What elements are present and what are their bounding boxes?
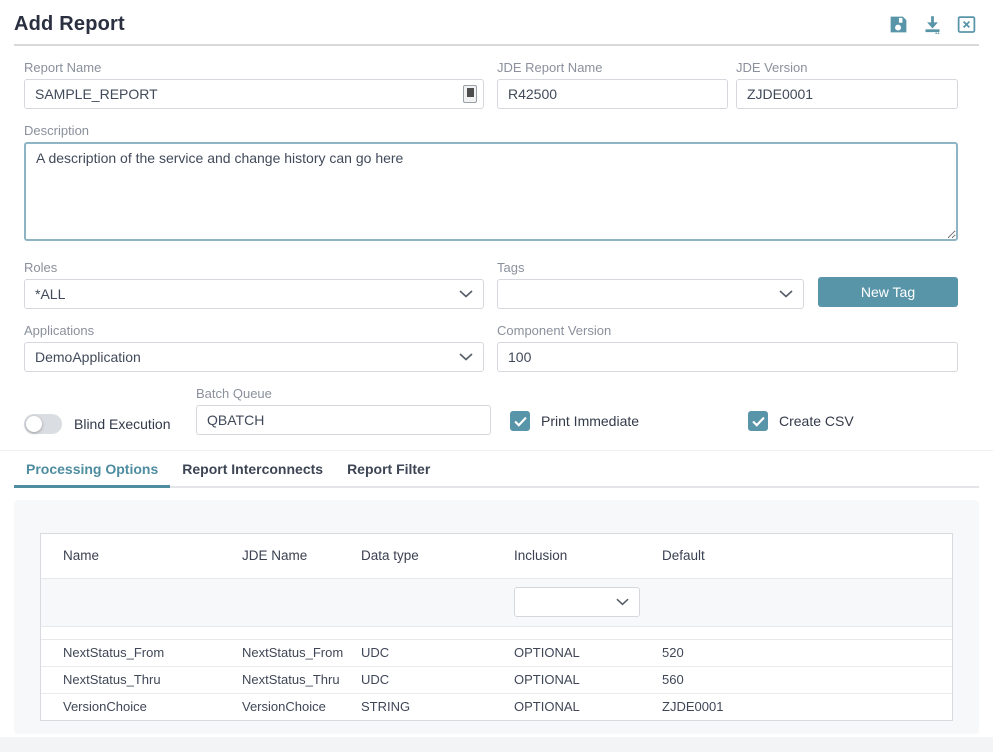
cell-inclusion: OPTIONAL	[492, 639, 640, 666]
applications-selected-value: DemoApplication	[35, 349, 141, 365]
description-label: Description	[24, 123, 958, 138]
roles-select[interactable]: *ALL	[24, 279, 484, 309]
download-icon[interactable]	[922, 14, 943, 35]
report-name-label: Report Name	[24, 60, 484, 75]
tab-report-filter[interactable]: Report Filter	[335, 451, 442, 488]
cell-data-type: UDC	[339, 666, 492, 693]
jde-version-input[interactable]	[736, 79, 958, 109]
report-name-input[interactable]	[24, 79, 484, 109]
description-textarea[interactable]: A description of the service and change …	[24, 142, 958, 241]
jde-version-label: JDE Version	[736, 60, 958, 75]
component-version-label: Component Version	[497, 323, 958, 338]
column-header: Name	[41, 534, 220, 578]
spacer-row	[41, 626, 952, 639]
blind-execution-label: Blind Execution	[74, 416, 171, 432]
tags-label: Tags	[497, 260, 804, 275]
tab-processing-options[interactable]: Processing Options	[14, 451, 170, 488]
jde-report-name-label: JDE Report Name	[497, 60, 728, 75]
column-header: Data type	[339, 534, 492, 578]
page-title: Add Report	[14, 13, 125, 36]
new-tag-button[interactable]: New Tag	[818, 277, 958, 307]
cell-default: ZJDE0001	[640, 693, 952, 720]
batch-queue-label: Batch Queue	[196, 386, 491, 401]
cell-jde-name: NextStatus_Thru	[220, 666, 339, 693]
roles-label: Roles	[24, 260, 484, 275]
table-header-row: NameJDE NameData typeInclusionDefault	[41, 534, 952, 578]
cell-name: NextStatus_From	[41, 639, 220, 666]
chevron-down-icon	[616, 598, 629, 606]
column-header: Default	[640, 534, 952, 578]
autofill-icon	[463, 85, 477, 103]
chevron-down-icon	[459, 353, 473, 361]
cell-default: 560	[640, 666, 952, 693]
blind-execution-toggle[interactable]	[24, 414, 62, 434]
cell-default: 520	[640, 639, 952, 666]
roles-selected-value: *ALL	[35, 286, 65, 302]
create-csv-label: Create CSV	[779, 413, 854, 429]
filter-row	[41, 578, 952, 626]
close-icon[interactable]	[956, 14, 977, 35]
cell-jde-name: VersionChoice	[220, 693, 339, 720]
cell-inclusion: OPTIONAL	[492, 693, 640, 720]
table-row[interactable]: NextStatus_ThruNextStatus_ThruUDCOPTIONA…	[41, 666, 952, 693]
component-version-input[interactable]	[497, 342, 958, 372]
tab-section: Processing OptionsReport InterconnectsRe…	[0, 450, 993, 488]
jde-report-name-input[interactable]	[497, 79, 728, 109]
cell-data-type: STRING	[339, 693, 492, 720]
tab-report-interconnects[interactable]: Report Interconnects	[170, 451, 335, 488]
report-form: Report Name JDE Report Name JDE Version	[14, 46, 979, 435]
print-immediate-checkbox[interactable]	[510, 411, 530, 431]
tags-select[interactable]	[497, 279, 804, 309]
inclusion-filter-select[interactable]	[514, 587, 640, 617]
cell-data-type: UDC	[339, 639, 492, 666]
applications-label: Applications	[24, 323, 484, 338]
header-actions	[888, 14, 977, 35]
processing-options-table: NameJDE NameData typeInclusionDefault	[40, 533, 953, 721]
check-icon	[752, 416, 765, 427]
column-header: Inclusion	[492, 534, 640, 578]
chevron-down-icon	[779, 290, 793, 298]
cell-jde-name: NextStatus_From	[220, 639, 339, 666]
batch-queue-input[interactable]	[196, 405, 491, 435]
applications-select[interactable]: DemoApplication	[24, 342, 484, 372]
save-icon[interactable]	[888, 14, 909, 35]
add-report-dialog: Add Report Report Name	[0, 0, 993, 737]
processing-options-panel: NameJDE NameData typeInclusionDefault	[14, 500, 979, 734]
column-header: JDE Name	[220, 534, 339, 578]
dialog-header: Add Report	[14, 0, 979, 44]
table-row[interactable]: NextStatus_FromNextStatus_FromUDCOPTIONA…	[41, 639, 952, 666]
cell-name: VersionChoice	[41, 693, 220, 720]
cell-name: NextStatus_Thru	[41, 666, 220, 693]
table-body: NextStatus_FromNextStatus_FromUDCOPTIONA…	[41, 578, 952, 720]
tab-bar: Processing OptionsReport InterconnectsRe…	[14, 451, 979, 488]
cell-inclusion: OPTIONAL	[492, 666, 640, 693]
table-row[interactable]: VersionChoiceVersionChoiceSTRINGOPTIONAL…	[41, 693, 952, 720]
check-icon	[514, 416, 527, 427]
chevron-down-icon	[459, 290, 473, 298]
create-csv-checkbox[interactable]	[748, 411, 768, 431]
print-immediate-label: Print Immediate	[541, 413, 639, 429]
